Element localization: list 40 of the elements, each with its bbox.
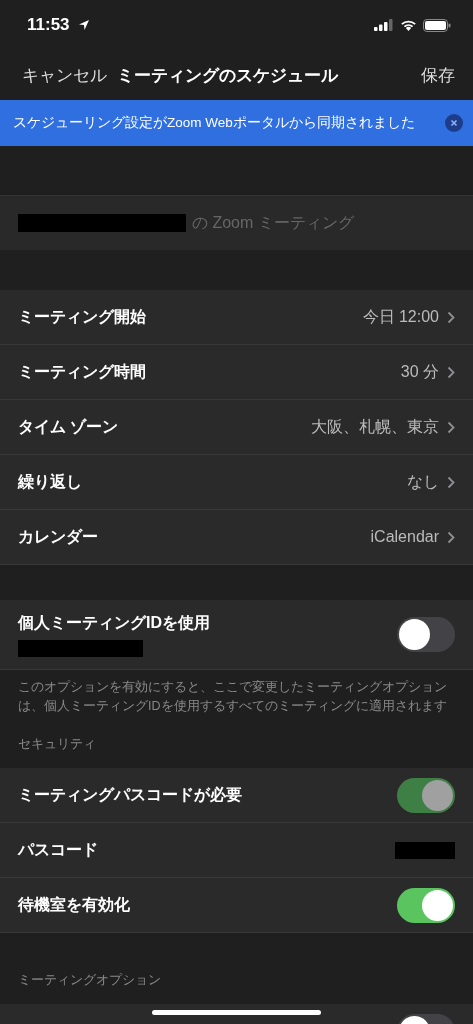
settings-row[interactable]: カレンダー iCalendar [0, 510, 473, 565]
row-value: iCalendar [370, 528, 439, 546]
status-time: 11:53 [27, 15, 70, 35]
settings-row[interactable]: ミーティング時間 30 分 [0, 345, 473, 400]
row-label: 個人ミーティングIDを使用 [18, 612, 210, 633]
section-header: ミーティングオプション [17, 972, 162, 989]
cancel-button[interactable]: キャンセル [22, 63, 107, 87]
chevron-icon [447, 310, 455, 324]
chevron-icon [447, 420, 455, 434]
topic-text: の Zoom ミーティング [192, 212, 354, 233]
battery-icon [423, 18, 451, 32]
settings-row[interactable]: ミーティング開始 今日 12:00 [0, 290, 473, 345]
row-value: なし [407, 471, 439, 492]
row-label: ミーティング時間 [18, 361, 146, 382]
signal-icon [374, 19, 394, 31]
toggle-switch[interactable] [397, 617, 455, 652]
row-label: ミーティング開始 [18, 306, 146, 327]
row-value: 今日 12:00 [362, 306, 439, 327]
row-value: 30 分 [400, 361, 439, 382]
settings-row[interactable]: タイム ゾーン 大阪、札幌、東京 [0, 400, 473, 455]
section-header: セキュリティ [17, 736, 97, 753]
screen-title: ミーティングのスケジュール [117, 64, 340, 87]
wifi-icon [400, 19, 417, 31]
description-text: このオプションを有効にすると、ここで変更したミーティングオプションは、個人ミーティングIDを使用するすべてのミーティングに適用されます [17, 679, 448, 715]
settings-row[interactable]: 繰り返し なし [0, 455, 473, 510]
close-icon[interactable] [445, 114, 463, 132]
row-label: パスコード [18, 839, 98, 860]
toggle-switch[interactable] [397, 887, 455, 923]
row-value: 大阪、札幌、東京 [311, 416, 439, 437]
chevron-icon [447, 365, 455, 379]
row-label: ミーティングパスコードが必要 [18, 784, 242, 805]
row-label: 待機室を有効化 [18, 894, 130, 915]
save-button[interactable]: 保存 [421, 63, 455, 87]
location-arrow-icon [77, 19, 90, 31]
row-label: 繰り返し [18, 471, 82, 492]
banner-text: スケジューリング設定がZoom Webポータルから同期されました [13, 114, 416, 132]
chevron-icon [447, 530, 455, 544]
row-label: カレンダー [18, 526, 98, 547]
row-label: タイム ゾーン [18, 416, 119, 437]
chevron-icon [447, 475, 455, 489]
